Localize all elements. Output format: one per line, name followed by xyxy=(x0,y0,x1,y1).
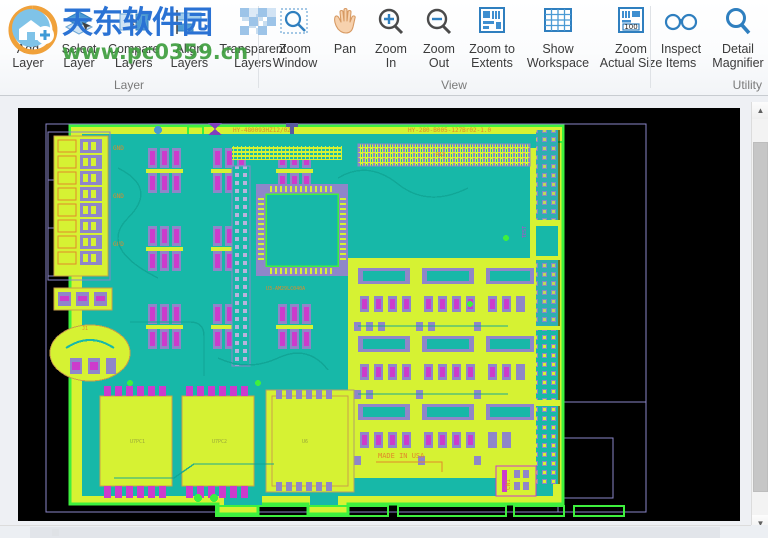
scrollbar-corner xyxy=(751,525,768,538)
ribbon-group-layer-label: Layer xyxy=(113,78,145,92)
vertical-scrollbar[interactable]: ▲ ▼ xyxy=(751,102,768,532)
select-layer-button[interactable]: Select Layer xyxy=(54,0,104,70)
horizontal-scrollbar[interactable] xyxy=(0,525,751,538)
silk-text-cn1: CN1 xyxy=(505,479,512,490)
svg-text:U7PC2: U7PC2 xyxy=(212,439,227,445)
ribbon-group-utility: Inspect Items Detail Magnifier Utility xyxy=(651,0,768,95)
zoom-out-icon xyxy=(422,4,456,40)
pcb-layout-render: HY-480093HZ12/02 HY-280-B005-127Br02-1.0 xyxy=(18,108,740,521)
inspect-items-button[interactable]: Inspect Items xyxy=(655,0,707,70)
zoom-to-extents-button[interactable]: Zoom to Extents xyxy=(463,0,521,70)
pcb-work-area: HY-480093HZ12/02 HY-280-B005-127Br02-1.0 xyxy=(0,96,768,538)
zoom-out-button[interactable]: Zoom Out xyxy=(415,0,463,70)
glasses-icon xyxy=(663,4,699,40)
pan-hand-icon xyxy=(328,4,362,40)
bottom-connector-cn1: CN1 xyxy=(495,465,537,497)
align-layers-button[interactable]: Align Layers xyxy=(163,0,215,70)
compare-layers-icon xyxy=(117,4,151,40)
zoom-window-button[interactable]: Zoom Window xyxy=(267,0,323,70)
magnifier-icon xyxy=(721,4,755,40)
pan-label: Pan xyxy=(333,42,357,56)
dense-component-region xyxy=(354,268,534,465)
bottom-large-pads: U7PC1 U7PC2 U6 xyxy=(99,386,355,498)
qfp-processor xyxy=(256,184,348,276)
align-layers-label: Align Layers xyxy=(170,42,209,70)
svg-text:U7PC1: U7PC1 xyxy=(130,439,145,445)
ribbon-group-layer: Add Layer Select Layer Compare Layers Al… xyxy=(0,0,286,95)
svg-text:U3-AM29LC040A: U3-AM29LC040A xyxy=(266,286,305,292)
ribbon-group-view: Zoom Window Pan Zoom In Zoom Out Zoom to… xyxy=(259,0,662,95)
select-layer-icon xyxy=(62,4,96,40)
inspect-items-label: Inspect Items xyxy=(660,42,702,70)
add-layer-label: Add Layer xyxy=(12,42,44,70)
svg-text:TEST: TEST xyxy=(522,226,528,238)
select-layer-label: Select Layer xyxy=(61,42,97,70)
silk-text-1: HY-280-B005-127Br02-1.0 xyxy=(408,127,491,134)
detail-magnifier-label: Detail Magnifier xyxy=(712,42,764,70)
horizontal-scrollbar-thumb[interactable] xyxy=(30,527,720,538)
pan-button[interactable]: Pan xyxy=(323,0,367,56)
zoom-actual-size-icon: 100 xyxy=(614,4,648,40)
zoom-in-button[interactable]: Zoom In xyxy=(367,0,415,70)
zoom-in-icon xyxy=(374,4,408,40)
pcb-viewer-canvas[interactable]: HY-480093HZ12/02 HY-280-B005-127Br02-1.0 xyxy=(18,108,740,521)
silk-text-gnd: GND xyxy=(113,145,124,152)
compare-layers-button[interactable]: Compare Layers xyxy=(104,0,163,70)
via-strip-left-of-qfp xyxy=(231,165,251,367)
zoom-extents-icon xyxy=(475,4,509,40)
add-layer-icon xyxy=(11,4,45,40)
scroll-up-arrow[interactable]: ▲ xyxy=(752,102,768,119)
ribbon-toolbar: Add Layer Select Layer Compare Layers Al… xyxy=(0,0,768,96)
zoom-window-label: Zoom Window xyxy=(272,42,318,70)
add-layer-button[interactable]: Add Layer xyxy=(2,0,54,70)
svg-text:J1: J1 xyxy=(82,326,88,332)
vertical-scrollbar-thumb[interactable] xyxy=(753,142,768,492)
svg-text:R12: R12 xyxy=(436,152,445,158)
align-layers-icon xyxy=(172,4,206,40)
svg-text:GND: GND xyxy=(113,193,124,200)
show-workspace-button[interactable]: Show Workspace xyxy=(521,0,595,70)
zoom-window-icon xyxy=(278,4,312,40)
zoom-actual-size-badge: 100 xyxy=(624,23,637,31)
compare-layers-label: Compare Layers xyxy=(108,42,160,70)
zoom-out-label: Zoom Out xyxy=(423,42,455,70)
zoom-in-label: Zoom In xyxy=(375,42,407,70)
round-component: J1 xyxy=(49,324,131,382)
grid-workspace-icon xyxy=(541,4,575,40)
horizontal-scrollbar-grip xyxy=(52,529,59,536)
detail-magnifier-button[interactable]: Detail Magnifier xyxy=(707,0,768,70)
ribbon-group-utility-label: Utility xyxy=(732,78,762,92)
show-workspace-label: Show Workspace xyxy=(526,42,590,70)
silk-text-0: HY-480093HZ12/02 xyxy=(233,127,291,134)
zoom-to-extents-label: Zoom to Extents xyxy=(469,42,515,70)
ribbon-group-view-label: View xyxy=(441,78,467,92)
silk-text-made-in-usa: MADE IN USA xyxy=(378,452,425,460)
svg-text:U6: U6 xyxy=(302,439,308,445)
